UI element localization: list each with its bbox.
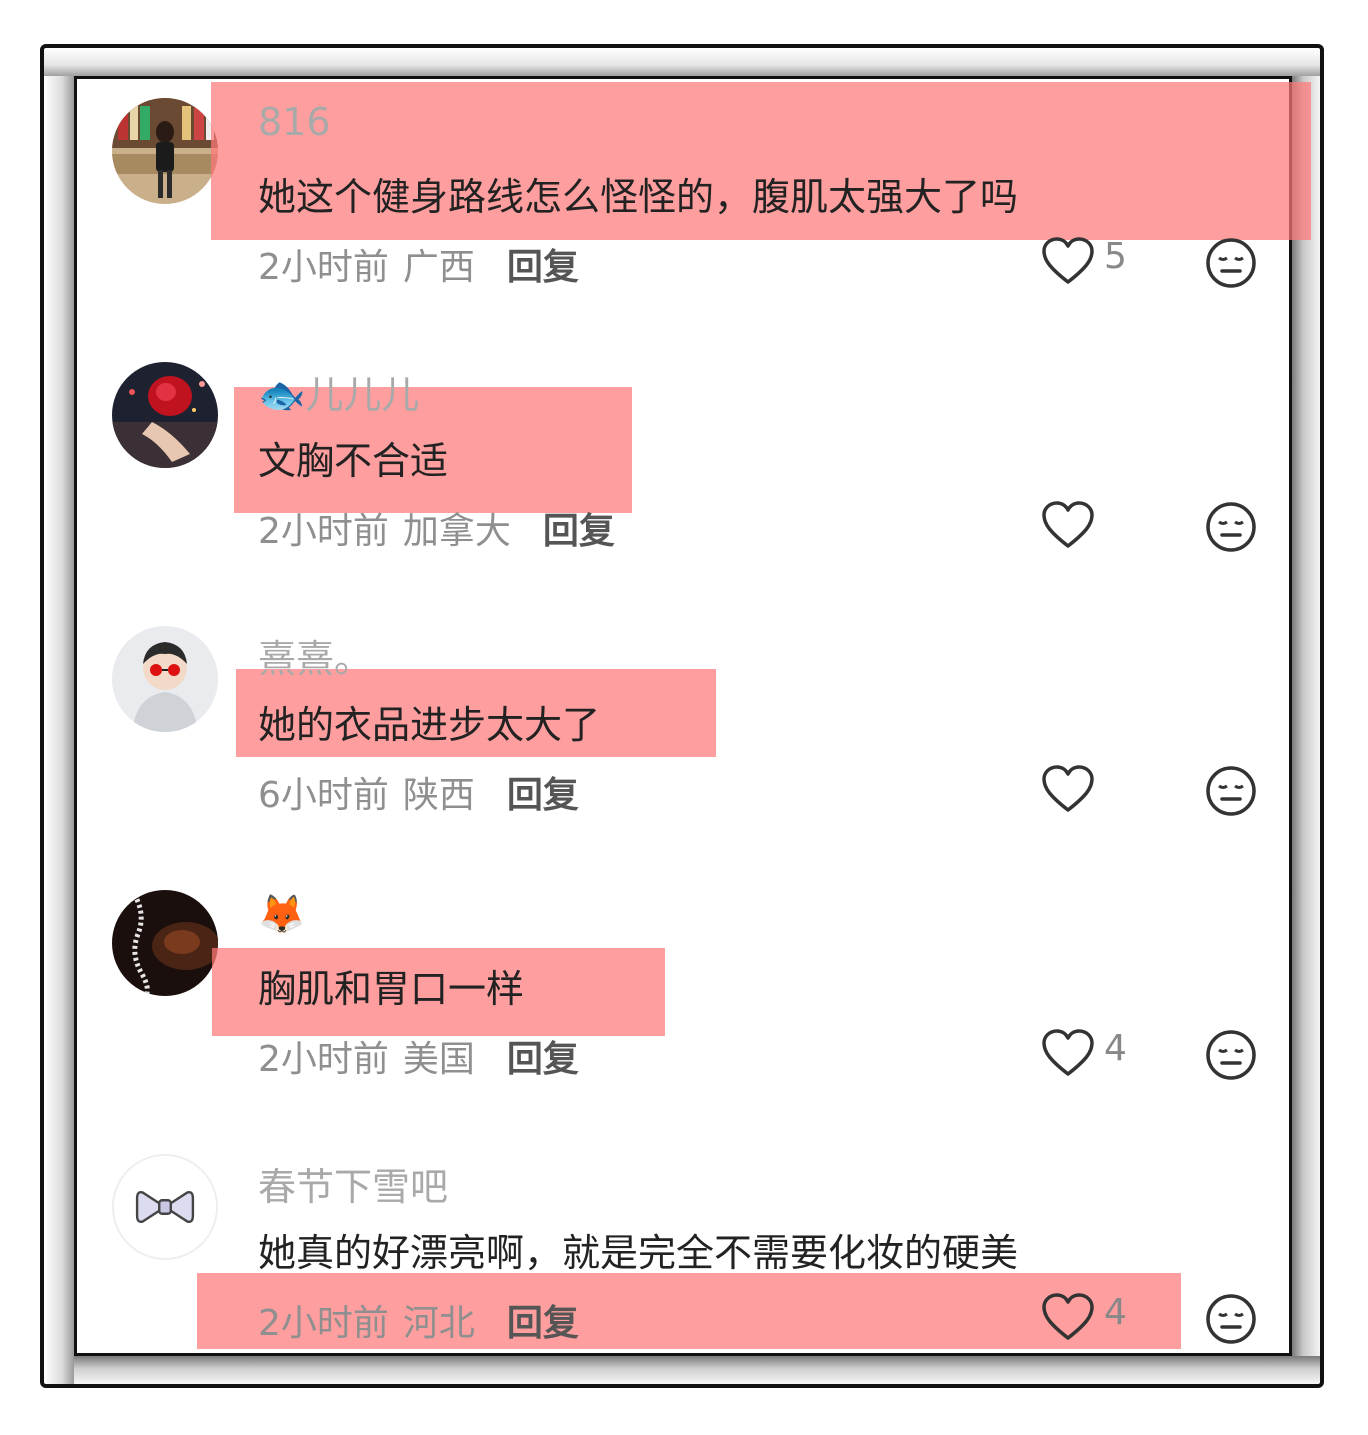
comment-text: 她真的好漂亮啊，就是完全不需要化妆的硬美 [258,1231,1019,1275]
comment-item: 春节下雪吧 她真的好漂亮啊，就是完全不需要化妆的硬美 2小时前 河北 回复 4 [0,1056,1368,1349]
comment-text: 她的衣品进步太大了 [258,703,601,747]
comment-text: 她这个健身路线怎么怪怪的，腹肌太强大了吗 [258,175,1019,219]
avatar-photo-bookstore-icon [112,98,218,204]
avatar[interactable] [112,362,218,468]
reply-button[interactable]: 回复 [507,1303,579,1344]
avatar-bow-icon [114,1156,216,1258]
avatar-photo-child-sunglasses-icon [112,626,218,732]
heart-icon[interactable] [1040,1292,1096,1342]
comment-item: 熹熹。 她的衣品进步太大了 6小时前 陕西 回复 [0,528,1368,816]
username[interactable]: 🦊 [258,892,305,937]
fox-icon: 🦊 [258,892,306,936]
avatar[interactable] [112,98,218,204]
avatar[interactable] [112,1154,218,1260]
comment-text: 胸肌和胃口一样 [258,967,525,1011]
comment-list: 816 她这个健身路线怎么怪怪的，腹肌太强大了吗 2小时前 广西 回复 5 🐟儿… [0,0,1368,1435]
username[interactable]: 春节下雪吧 [258,1156,448,1211]
username[interactable]: 816 [258,100,331,144]
comment-location: 河北 [402,1303,475,1344]
comment-meta: 2小时前 河北 回复 [258,1294,579,1346]
comment-time: 2小时前 [258,1303,389,1344]
comment-item: 816 她这个健身路线怎么怪怪的，腹肌太强大了吗 2小时前 广西 回复 5 [0,0,1368,288]
username[interactable]: 🐟儿儿儿 [258,364,419,419]
fish-icon: 🐟 [258,373,306,417]
username-text: 儿儿儿 [305,373,420,417]
avatar[interactable] [112,626,218,732]
avatar[interactable] [112,890,218,996]
dislike-face-icon[interactable] [1204,1292,1258,1346]
comment-item: 🐟儿儿儿 文胸不合适 2小时前 加拿大 回复 [0,264,1368,552]
comment-item: 🦊 胸肌和胃口一样 2小时前 美国 回复 4 [0,792,1368,1080]
like-count: 4 [1104,1292,1127,1333]
avatar-photo-dark-spiral-icon [112,890,218,996]
username[interactable]: 熹熹。 [258,628,372,683]
comment-text: 文胸不合适 [258,439,449,483]
avatar-photo-red-rose-icon [112,362,218,468]
